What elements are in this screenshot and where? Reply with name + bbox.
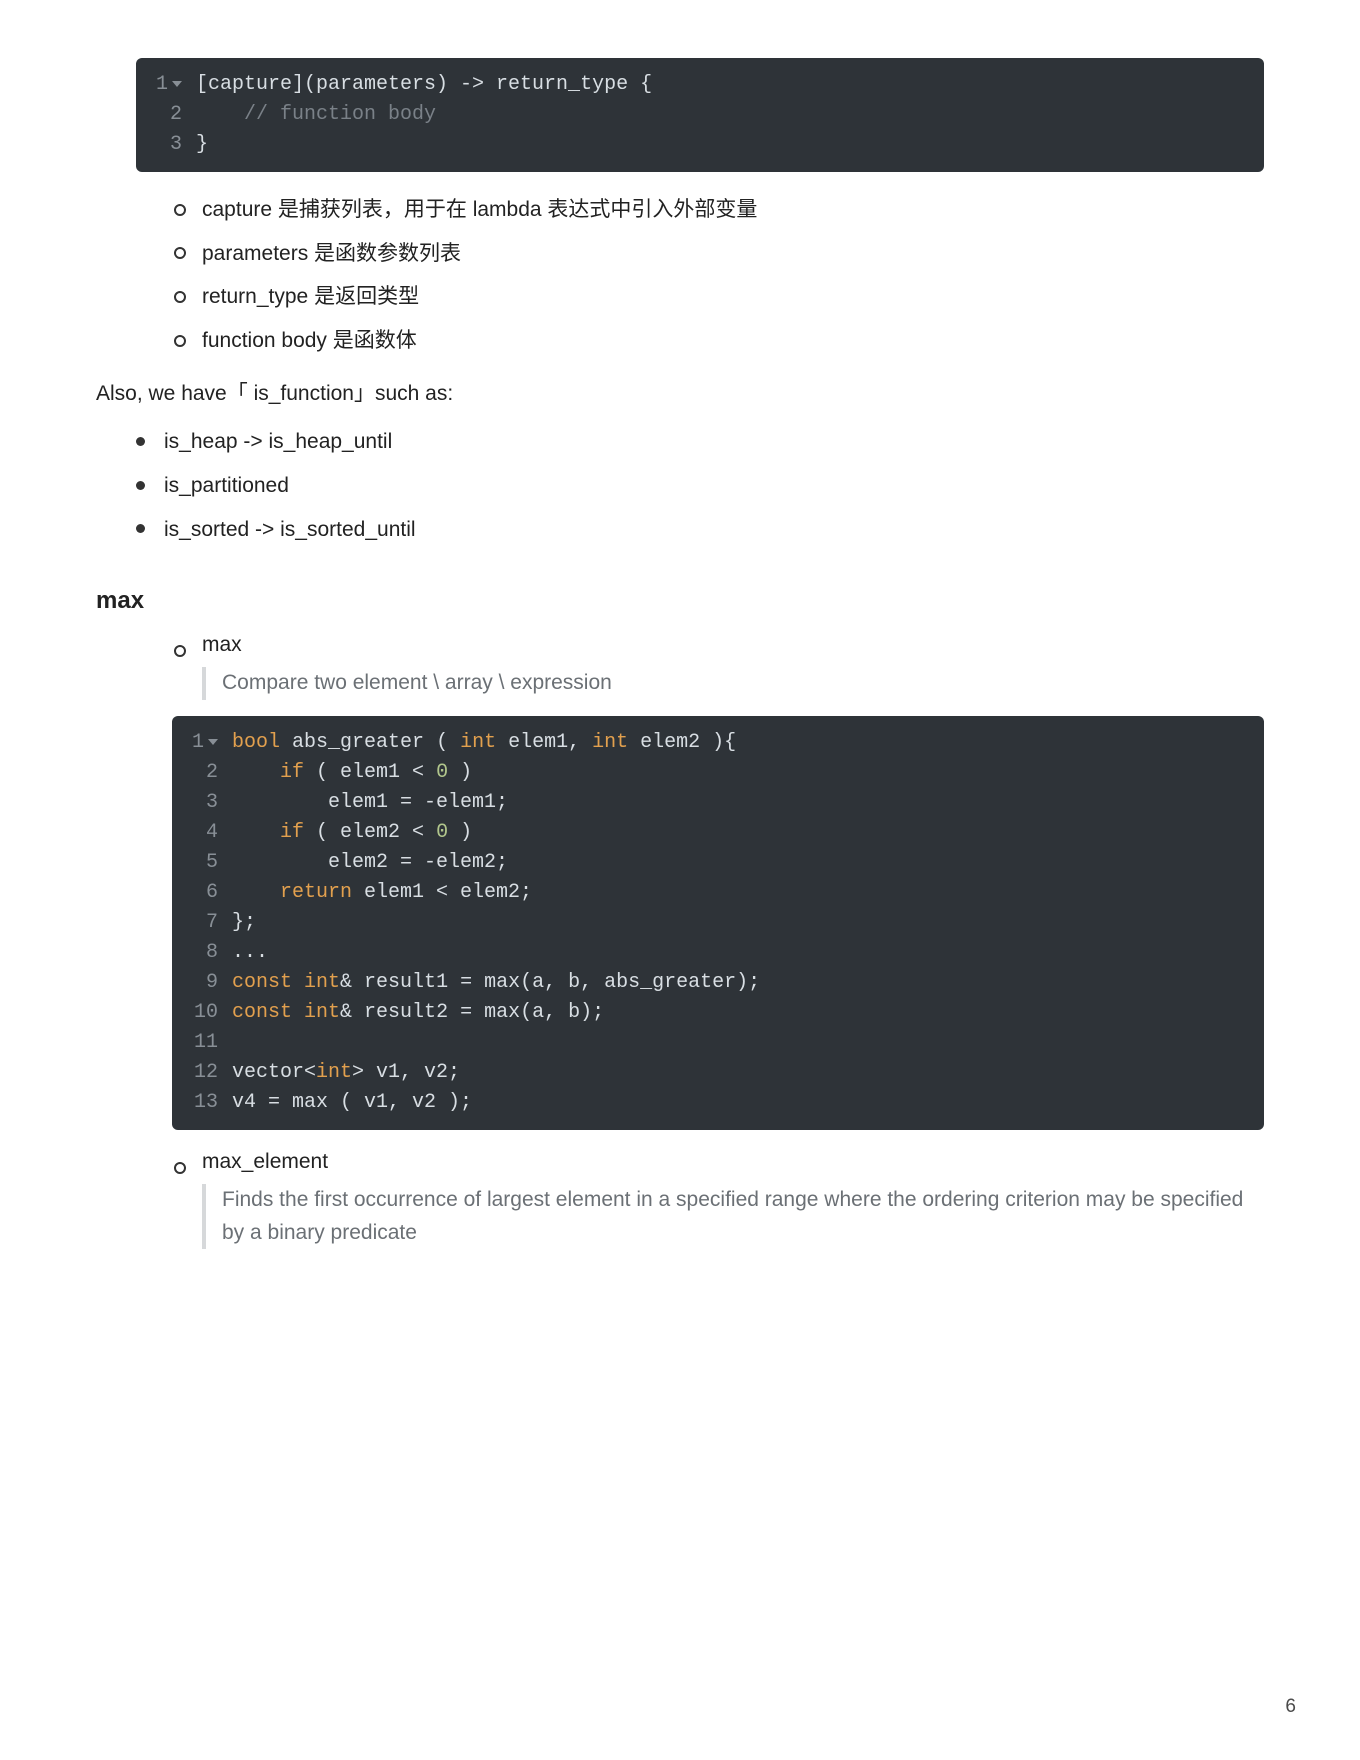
code-line: 2 // function body — [136, 100, 1264, 130]
code-line: 1[capture](parameters) -> return_type { — [136, 70, 1264, 100]
code-block-lambda: 1[capture](parameters) -> return_type {2… — [136, 58, 1264, 172]
code-content: [capture](parameters) -> return_type { — [196, 70, 652, 100]
code-line: 5 elem2 = -elem2; — [172, 848, 1264, 878]
page: 1[capture](parameters) -> return_type {2… — [0, 0, 1360, 1760]
fold-caret-icon[interactable] — [208, 739, 218, 745]
code-line: 3} — [136, 130, 1264, 160]
code-content: const int& result2 = max(a, b); — [232, 998, 604, 1028]
code-content: vector<int> v1, v2; — [232, 1058, 460, 1088]
code-line: 12vector<int> v1, v2; — [172, 1058, 1264, 1088]
line-number: 8 — [172, 938, 232, 968]
code-content: bool abs_greater ( int elem1, int elem2 … — [232, 728, 736, 758]
code-line: 11 — [172, 1028, 1264, 1058]
code-line: 8... — [172, 938, 1264, 968]
line-number: 2 — [136, 100, 196, 130]
code-line: 2 if ( elem1 < 0 ) — [172, 758, 1264, 788]
sub-item-max-element-label: max_element — [202, 1150, 328, 1173]
code-block-abs-greater: 1bool abs_greater ( int elem1, int elem2… — [172, 716, 1264, 1130]
fold-caret-icon[interactable] — [172, 81, 182, 87]
is-function-list: is_heap -> is_heap_until is_partitionedis… — [136, 424, 1264, 547]
sub-item-max-element: max_element — [174, 1150, 1264, 1174]
line-number: 10 — [172, 998, 232, 1028]
line-number: 12 — [172, 1058, 232, 1088]
line-number: 13 — [172, 1088, 232, 1118]
line-number: 9 — [172, 968, 232, 998]
code-content: } — [196, 130, 208, 160]
code-line: 4 if ( elem2 < 0 ) — [172, 818, 1264, 848]
list-item: is_partitioned — [136, 468, 1264, 504]
list-item: is_sorted -> is_sorted_until — [136, 512, 1264, 548]
line-number: 5 — [172, 848, 232, 878]
code-content: elem2 = -elem2; — [232, 848, 508, 878]
page-number: 6 — [1285, 1696, 1296, 1718]
line-number: 3 — [136, 130, 196, 160]
code-line: 10const int& result2 = max(a, b); — [172, 998, 1264, 1028]
line-number: 3 — [172, 788, 232, 818]
code-content: if ( elem1 < 0 ) — [232, 758, 472, 788]
code-content: return elem1 < elem2; — [232, 878, 532, 908]
quote-max: Compare two element \ array \ expression — [202, 667, 1264, 700]
section-heading-max: max — [96, 587, 1264, 615]
code-content: v4 = max ( v1, v2 ); — [232, 1088, 472, 1118]
line-number: 11 — [172, 1028, 232, 1058]
code-line: 13v4 = max ( v1, v2 ); — [172, 1088, 1264, 1118]
also-paragraph: Also, we have「 is_function」such as: — [96, 377, 1264, 411]
line-number: 7 — [172, 908, 232, 938]
code-content: const int& result1 = max(a, b, abs_great… — [232, 968, 760, 998]
code-content: }; — [232, 908, 256, 938]
sub-item-max: max — [174, 633, 1264, 657]
code-line: 1bool abs_greater ( int elem1, int elem2… — [172, 728, 1264, 758]
code-line: 3 elem1 = -elem1; — [172, 788, 1264, 818]
code-content: elem1 = -elem1; — [232, 788, 508, 818]
lambda-notes-list: capture 是捕获列表，用于在 lambda 表达式中引入外部变量 param… — [174, 192, 1264, 359]
list-item: capture 是捕获列表，用于在 lambda 表达式中引入外部变量 — [174, 192, 1264, 228]
code-line: 6 return elem1 < elem2; — [172, 878, 1264, 908]
line-number: 2 — [172, 758, 232, 788]
line-number: 6 — [172, 878, 232, 908]
code-content: if ( elem2 < 0 ) — [232, 818, 472, 848]
code-line: 9const int& result1 = max(a, b, abs_grea… — [172, 968, 1264, 998]
line-number: 4 — [172, 818, 232, 848]
code-line: 7}; — [172, 908, 1264, 938]
sub-item-max-label: max — [202, 633, 242, 656]
line-number: 1 — [172, 728, 232, 758]
list-item: return_type 是返回类型 — [174, 279, 1264, 315]
line-number: 1 — [136, 70, 196, 100]
list-item: is_heap -> is_heap_until — [136, 424, 1264, 460]
list-item: parameters 是函数参数列表 — [174, 236, 1264, 272]
code-content: ... — [232, 938, 268, 968]
quote-max-element: Finds the first occurrence of largest el… — [202, 1184, 1264, 1249]
code-content: // function body — [196, 100, 436, 130]
list-item: function body 是函数体 — [174, 323, 1264, 359]
